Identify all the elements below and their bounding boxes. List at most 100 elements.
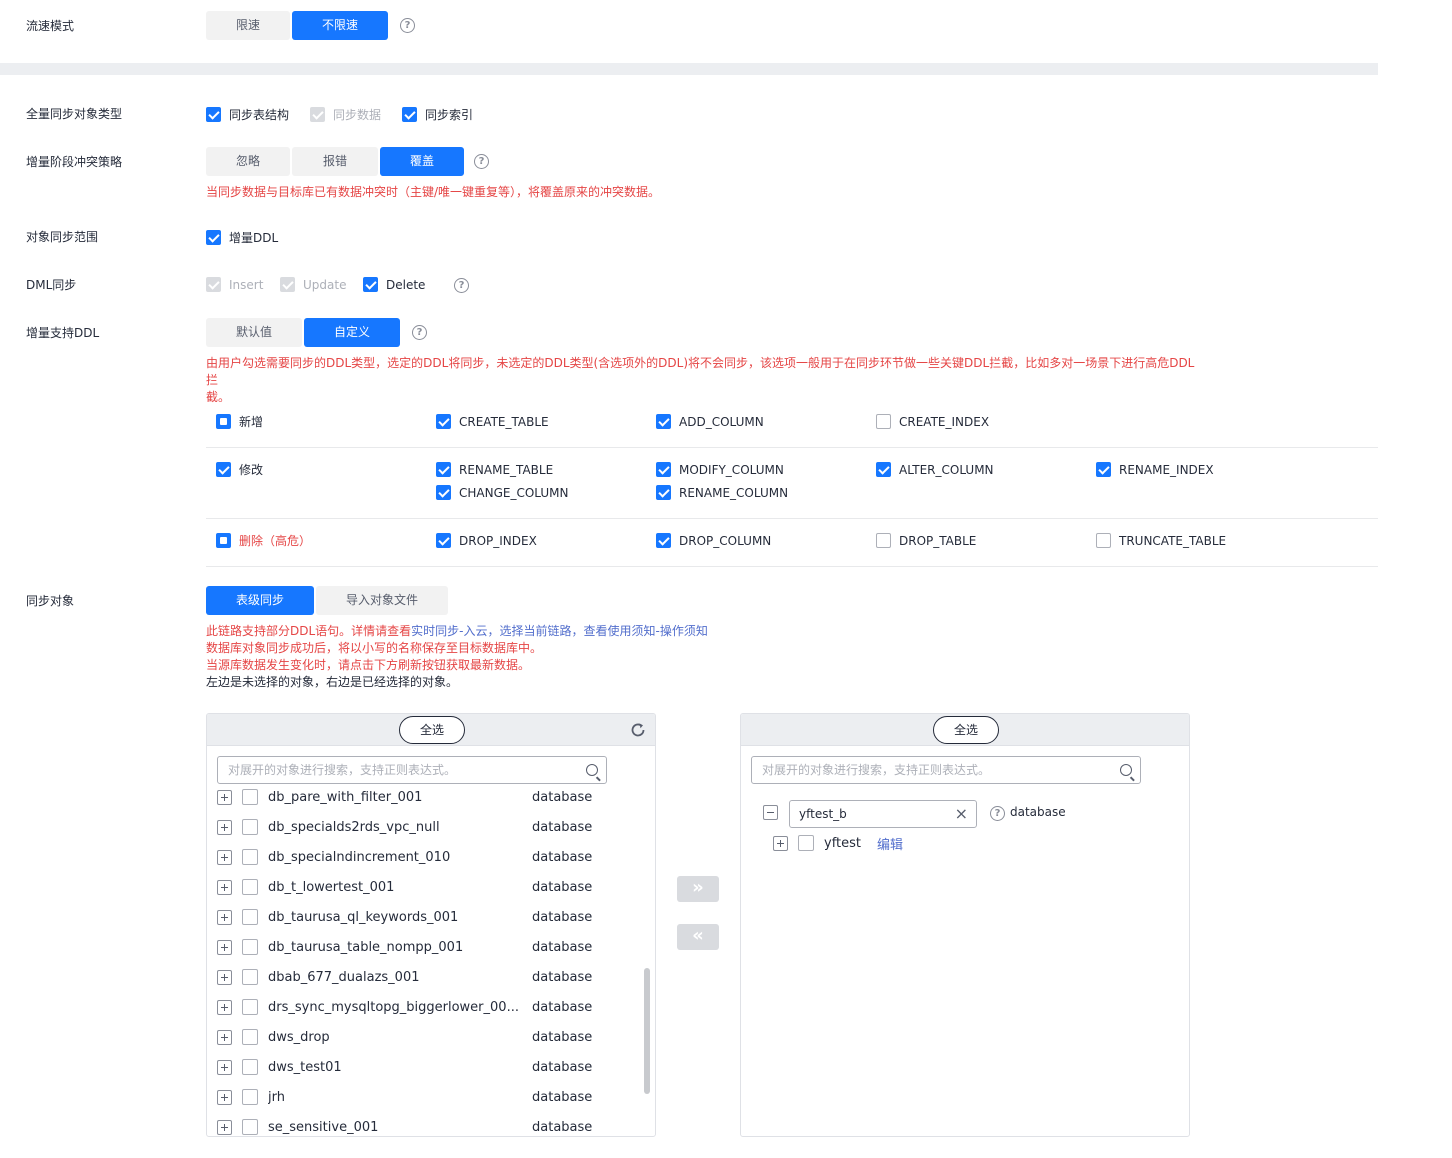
table-row[interactable]: db_t_lowertest_001 database xyxy=(217,877,592,897)
table-level-sync-button[interactable]: 表级同步 xyxy=(206,586,314,615)
ddl-modify-column-checkbox[interactable]: MODIFY_COLUMN xyxy=(656,462,784,477)
conflict-overwrite-button[interactable]: 覆盖 xyxy=(380,147,464,176)
ddl-truncate-table-checkbox[interactable]: TRUNCATE_TABLE xyxy=(1096,533,1226,548)
ddl-create-table-checkbox[interactable]: CREATE_TABLE xyxy=(436,414,549,429)
dml-insert-checkbox[interactable]: Insert xyxy=(206,277,263,292)
source-select-all-button[interactable]: 全选 xyxy=(399,716,465,744)
dml-update-checkbox[interactable]: Update xyxy=(280,277,346,292)
ddl-drop-column-checkbox[interactable]: DROP_COLUMN xyxy=(656,533,771,548)
check-icon xyxy=(1096,462,1111,477)
table-row[interactable]: db_taurusa_table_nompp_001 database xyxy=(217,937,592,957)
ddl-rename-table-checkbox[interactable]: RENAME_TABLE xyxy=(436,462,553,477)
ddl-delete-group-checkbox[interactable]: 删除（高危） xyxy=(216,532,311,549)
empty-checkbox-icon[interactable] xyxy=(242,789,258,805)
source-search-input[interactable]: 对展开的对象进行搜索，支持正则表达式。 xyxy=(217,756,607,784)
ddl-custom-button[interactable]: 自定义 xyxy=(304,318,400,347)
table-row[interactable]: drs_sync_mysqltopg_biggerlower_00... data… xyxy=(217,997,592,1017)
table-row[interactable]: dws_test01 database xyxy=(217,1057,592,1077)
ddl-rename-index-checkbox[interactable]: RENAME_INDEX xyxy=(1096,462,1214,477)
target-search-input[interactable]: 对展开的对象进行搜索，支持正则表达式。 xyxy=(751,756,1141,784)
table-row[interactable]: jrh database xyxy=(217,1087,592,1107)
expand-icon[interactable] xyxy=(773,835,788,851)
empty-checkbox-icon[interactable] xyxy=(242,939,258,955)
target-db-type: database xyxy=(1010,805,1066,819)
ddl-create-index-checkbox[interactable]: CREATE_INDEX xyxy=(876,414,989,429)
expand-icon[interactable] xyxy=(217,789,232,805)
target-panel-header: 全选 xyxy=(741,714,1189,746)
empty-checkbox-icon[interactable] xyxy=(242,999,258,1015)
check-icon xyxy=(402,107,417,122)
flow-help-icon[interactable]: ? xyxy=(400,18,415,33)
empty-checkbox-icon[interactable] xyxy=(242,969,258,985)
expand-icon[interactable] xyxy=(217,879,232,895)
conflict-label: 增量阶段冲突策略 xyxy=(26,155,123,169)
section-divider xyxy=(0,63,1378,75)
empty-checkbox-icon[interactable] xyxy=(242,909,258,925)
empty-checkbox-icon[interactable] xyxy=(798,835,814,851)
sync-data-checkbox[interactable]: 同步数据 xyxy=(310,106,381,123)
expand-icon[interactable] xyxy=(217,999,232,1015)
expand-icon[interactable] xyxy=(217,819,232,835)
ddl-add-column-checkbox[interactable]: ADD_COLUMN xyxy=(656,414,764,429)
sync-object-notes: 此链路支持部分DDL语句。详情请查看实时同步-入云，选择当前链路，查看使用须知-… xyxy=(206,624,708,689)
realtime-sync-link[interactable]: 实时同步-入云，选择当前链路，查看使用须知-操作须知 xyxy=(411,624,708,638)
dml-delete-checkbox[interactable]: Delete xyxy=(363,277,425,292)
empty-checkbox-icon[interactable] xyxy=(242,1029,258,1045)
check-icon xyxy=(280,277,295,292)
table-row[interactable]: dbab_677_dualazs_001 database xyxy=(217,967,592,987)
incremental-ddl-checkbox[interactable]: 增量DDL xyxy=(206,229,278,246)
dml-help-icon[interactable]: ? xyxy=(454,278,469,293)
expand-icon[interactable] xyxy=(217,849,232,865)
ddl-rename-column-checkbox[interactable]: RENAME_COLUMN xyxy=(656,485,788,500)
ddl-help-icon[interactable]: ? xyxy=(412,325,427,340)
sync-structure-checkbox[interactable]: 同步表结构 xyxy=(206,106,289,123)
refresh-icon[interactable] xyxy=(629,721,647,739)
ddl-default-button[interactable]: 默认值 xyxy=(206,318,302,347)
conflict-error-button[interactable]: 报错 xyxy=(292,147,378,176)
expand-icon[interactable] xyxy=(217,969,232,985)
table-row[interactable]: dws_drop database xyxy=(217,1027,592,1047)
empty-checkbox-icon[interactable] xyxy=(242,819,258,835)
expand-icon[interactable] xyxy=(217,909,232,925)
table-row[interactable]: db_specialds2rds_vpc_null database xyxy=(217,817,592,837)
sync-index-checkbox[interactable]: 同步索引 xyxy=(402,106,473,123)
target-db-name-input[interactable]: yftest_b × xyxy=(789,800,977,828)
import-object-file-button[interactable]: 导入对象文件 xyxy=(316,586,448,615)
empty-checkbox-icon[interactable] xyxy=(242,1059,258,1075)
empty-checkbox-icon[interactable] xyxy=(242,849,258,865)
list-item[interactable]: yftest 编辑 xyxy=(773,833,903,853)
table-row[interactable]: db_specialndincrement_010 database xyxy=(217,847,592,867)
ddl-add-group-checkbox[interactable]: 新增 xyxy=(216,413,263,430)
table-row[interactable]: db_pare_with_filter_001 database xyxy=(217,787,592,807)
expand-icon[interactable] xyxy=(217,1029,232,1045)
conflict-help-icon[interactable]: ? xyxy=(474,154,489,169)
db-help-icon[interactable]: ? xyxy=(990,806,1005,821)
empty-checkbox-icon[interactable] xyxy=(242,1089,258,1105)
flow-unlimited-button[interactable]: 不限速 xyxy=(292,11,388,40)
empty-checkbox-icon[interactable] xyxy=(242,879,258,895)
expand-icon[interactable] xyxy=(217,1119,232,1135)
ddl-divider xyxy=(206,566,1378,567)
source-scrollbar[interactable] xyxy=(644,968,650,1094)
flow-limit-button[interactable]: 限速 xyxy=(206,11,290,40)
ddl-drop-table-checkbox[interactable]: DROP_TABLE xyxy=(876,533,976,548)
move-left-button[interactable]: « xyxy=(677,924,719,950)
check-icon xyxy=(206,277,221,292)
conflict-note: 当同步数据与目标库已有数据冲突时（主键/唯一键重复等），将覆盖原来的冲突数据。 xyxy=(206,185,661,199)
expand-icon[interactable] xyxy=(217,1089,232,1105)
empty-checkbox-icon[interactable] xyxy=(242,1119,258,1135)
table-row[interactable]: db_taurusa_ql_keywords_001 database xyxy=(217,907,592,927)
edit-link[interactable]: 编辑 xyxy=(877,834,903,853)
expand-icon[interactable] xyxy=(217,1059,232,1075)
expand-icon[interactable] xyxy=(217,939,232,955)
ddl-alter-column-checkbox[interactable]: ALTER_COLUMN xyxy=(876,462,994,477)
ddl-change-column-checkbox[interactable]: CHANGE_COLUMN xyxy=(436,485,569,500)
close-icon[interactable]: × xyxy=(955,804,968,824)
move-right-button[interactable]: » xyxy=(677,876,719,902)
target-select-all-button[interactable]: 全选 xyxy=(933,716,999,744)
conflict-ignore-button[interactable]: 忽略 xyxy=(206,147,290,176)
ddl-drop-index-checkbox[interactable]: DROP_INDEX xyxy=(436,533,537,548)
ddl-modify-group-checkbox[interactable]: 修改 xyxy=(216,461,263,478)
table-row[interactable]: se_sensitive_001 database xyxy=(217,1117,592,1136)
collapse-icon[interactable] xyxy=(763,805,778,820)
